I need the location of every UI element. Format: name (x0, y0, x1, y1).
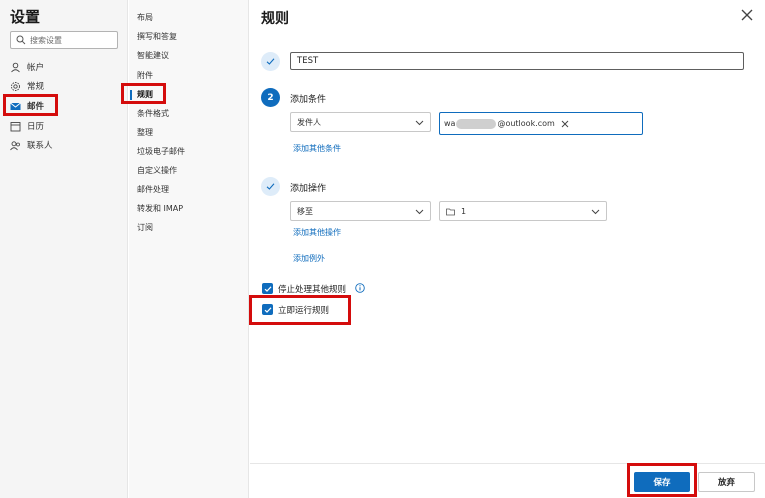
stop-processing-label: 停止处理其他规则 (278, 285, 347, 295)
action-dropdown[interactable]: 移至 (290, 201, 431, 221)
nav-item-account[interactable]: 帐户 (10, 58, 120, 76)
gear-icon (10, 81, 21, 92)
nav-item-general[interactable]: 常规 (10, 77, 120, 95)
nav-item-label: 联系人 (27, 141, 53, 151)
submenu-item-subscriptions[interactable]: 订阅 (137, 222, 153, 234)
check-icon (266, 183, 275, 190)
submenu-item-smart-suggestions[interactable]: 智能建议 (137, 50, 169, 62)
search-box[interactable] (10, 31, 118, 49)
add-action-link[interactable]: 添加其他操作 (293, 227, 341, 238)
run-now-checkbox[interactable] (262, 304, 273, 315)
add-action-label: 添加操作 (290, 184, 327, 194)
nav-item-mail[interactable]: 邮件 (10, 97, 120, 115)
footer-divider (250, 463, 765, 464)
step-complete-indicator (261, 177, 280, 196)
submenu-active-indicator (130, 90, 132, 100)
sender-email-field[interactable]: wa @outlook.com (439, 112, 643, 135)
chevron-down-icon (415, 209, 424, 215)
close-icon[interactable] (740, 8, 754, 22)
mail-submenu: 布局 撰写和答复 智能建议 附件 规则 条件格式 整理 垃圾电子邮件 自定义操作… (129, 0, 249, 498)
submenu-item-sweep[interactable]: 整理 (137, 127, 153, 139)
email-suffix: @outlook.com (497, 119, 555, 128)
settings-nav: 设置 帐户 常规 邮件 日历 联系人 (0, 0, 128, 498)
rule-name-value: TEST (297, 56, 319, 66)
contacts-icon (10, 140, 21, 151)
submenu-item-layout[interactable]: 布局 (137, 12, 153, 24)
submenu-item-conditional-formatting[interactable]: 条件格式 (137, 108, 169, 120)
submenu-item-attachments[interactable]: 附件 (137, 70, 153, 82)
add-condition-label: 添加条件 (290, 95, 327, 105)
email-chip: wa @outlook.com (444, 118, 569, 129)
settings-title: 设置 (10, 8, 41, 26)
email-prefix: wa (444, 119, 456, 128)
add-exception-link[interactable]: 添加例外 (293, 253, 325, 264)
nav-item-contacts[interactable]: 联系人 (10, 136, 120, 154)
nav-item-label: 常规 (27, 82, 45, 92)
run-now-label: 立即运行规则 (278, 306, 330, 316)
submenu-item-message-handling[interactable]: 邮件处理 (137, 184, 169, 196)
submenu-item-custom-actions[interactable]: 自定义操作 (137, 165, 177, 177)
folder-dropdown[interactable]: 1 (439, 201, 607, 221)
rule-name-input[interactable]: TEST (290, 52, 744, 70)
check-icon (266, 58, 275, 65)
search-input[interactable] (30, 35, 110, 45)
nav-item-calendar[interactable]: 日历 (10, 117, 120, 135)
chevron-down-icon (591, 209, 600, 215)
condition-dropdown-value: 发件人 (297, 117, 321, 127)
rules-panel: 规则 TEST 2 添加条件 发件人 wa @outlook.com 添加其他条件… (250, 0, 765, 498)
submenu-item-compose[interactable]: 撰写和答复 (137, 31, 177, 43)
submenu-item-rules[interactable]: 规则 (137, 89, 153, 101)
folder-dropdown-value: 1 (461, 206, 467, 216)
save-button[interactable]: 保存 (634, 472, 690, 492)
discard-button[interactable]: 放弃 (698, 472, 755, 492)
search-icon (16, 35, 26, 45)
step-complete-indicator (261, 52, 280, 71)
add-condition-link[interactable]: 添加其他条件 (293, 143, 341, 154)
nav-item-label: 邮件 (27, 102, 45, 112)
chevron-down-icon (415, 120, 424, 126)
checkmark-icon (264, 285, 271, 292)
calendar-icon (10, 121, 21, 132)
condition-dropdown[interactable]: 发件人 (290, 112, 431, 132)
person-icon (10, 62, 21, 73)
folder-icon (446, 208, 455, 215)
info-icon[interactable] (355, 283, 365, 293)
submenu-item-junk-email[interactable]: 垃圾电子邮件 (137, 146, 185, 158)
mail-icon (10, 101, 21, 112)
nav-item-label: 日历 (27, 122, 45, 132)
step-number-badge: 2 (261, 88, 280, 107)
redacted-email-blur (456, 118, 497, 129)
remove-chip-icon[interactable] (561, 120, 569, 128)
submenu-item-forwarding-imap[interactable]: 转发和 IMAP (137, 203, 183, 215)
nav-active-indicator (4, 101, 6, 111)
nav-item-label: 帐户 (27, 63, 45, 73)
checkmark-icon (264, 306, 271, 313)
action-dropdown-value: 移至 (297, 206, 313, 216)
stop-processing-checkbox[interactable] (262, 283, 273, 294)
panel-title: 规则 (261, 11, 289, 27)
